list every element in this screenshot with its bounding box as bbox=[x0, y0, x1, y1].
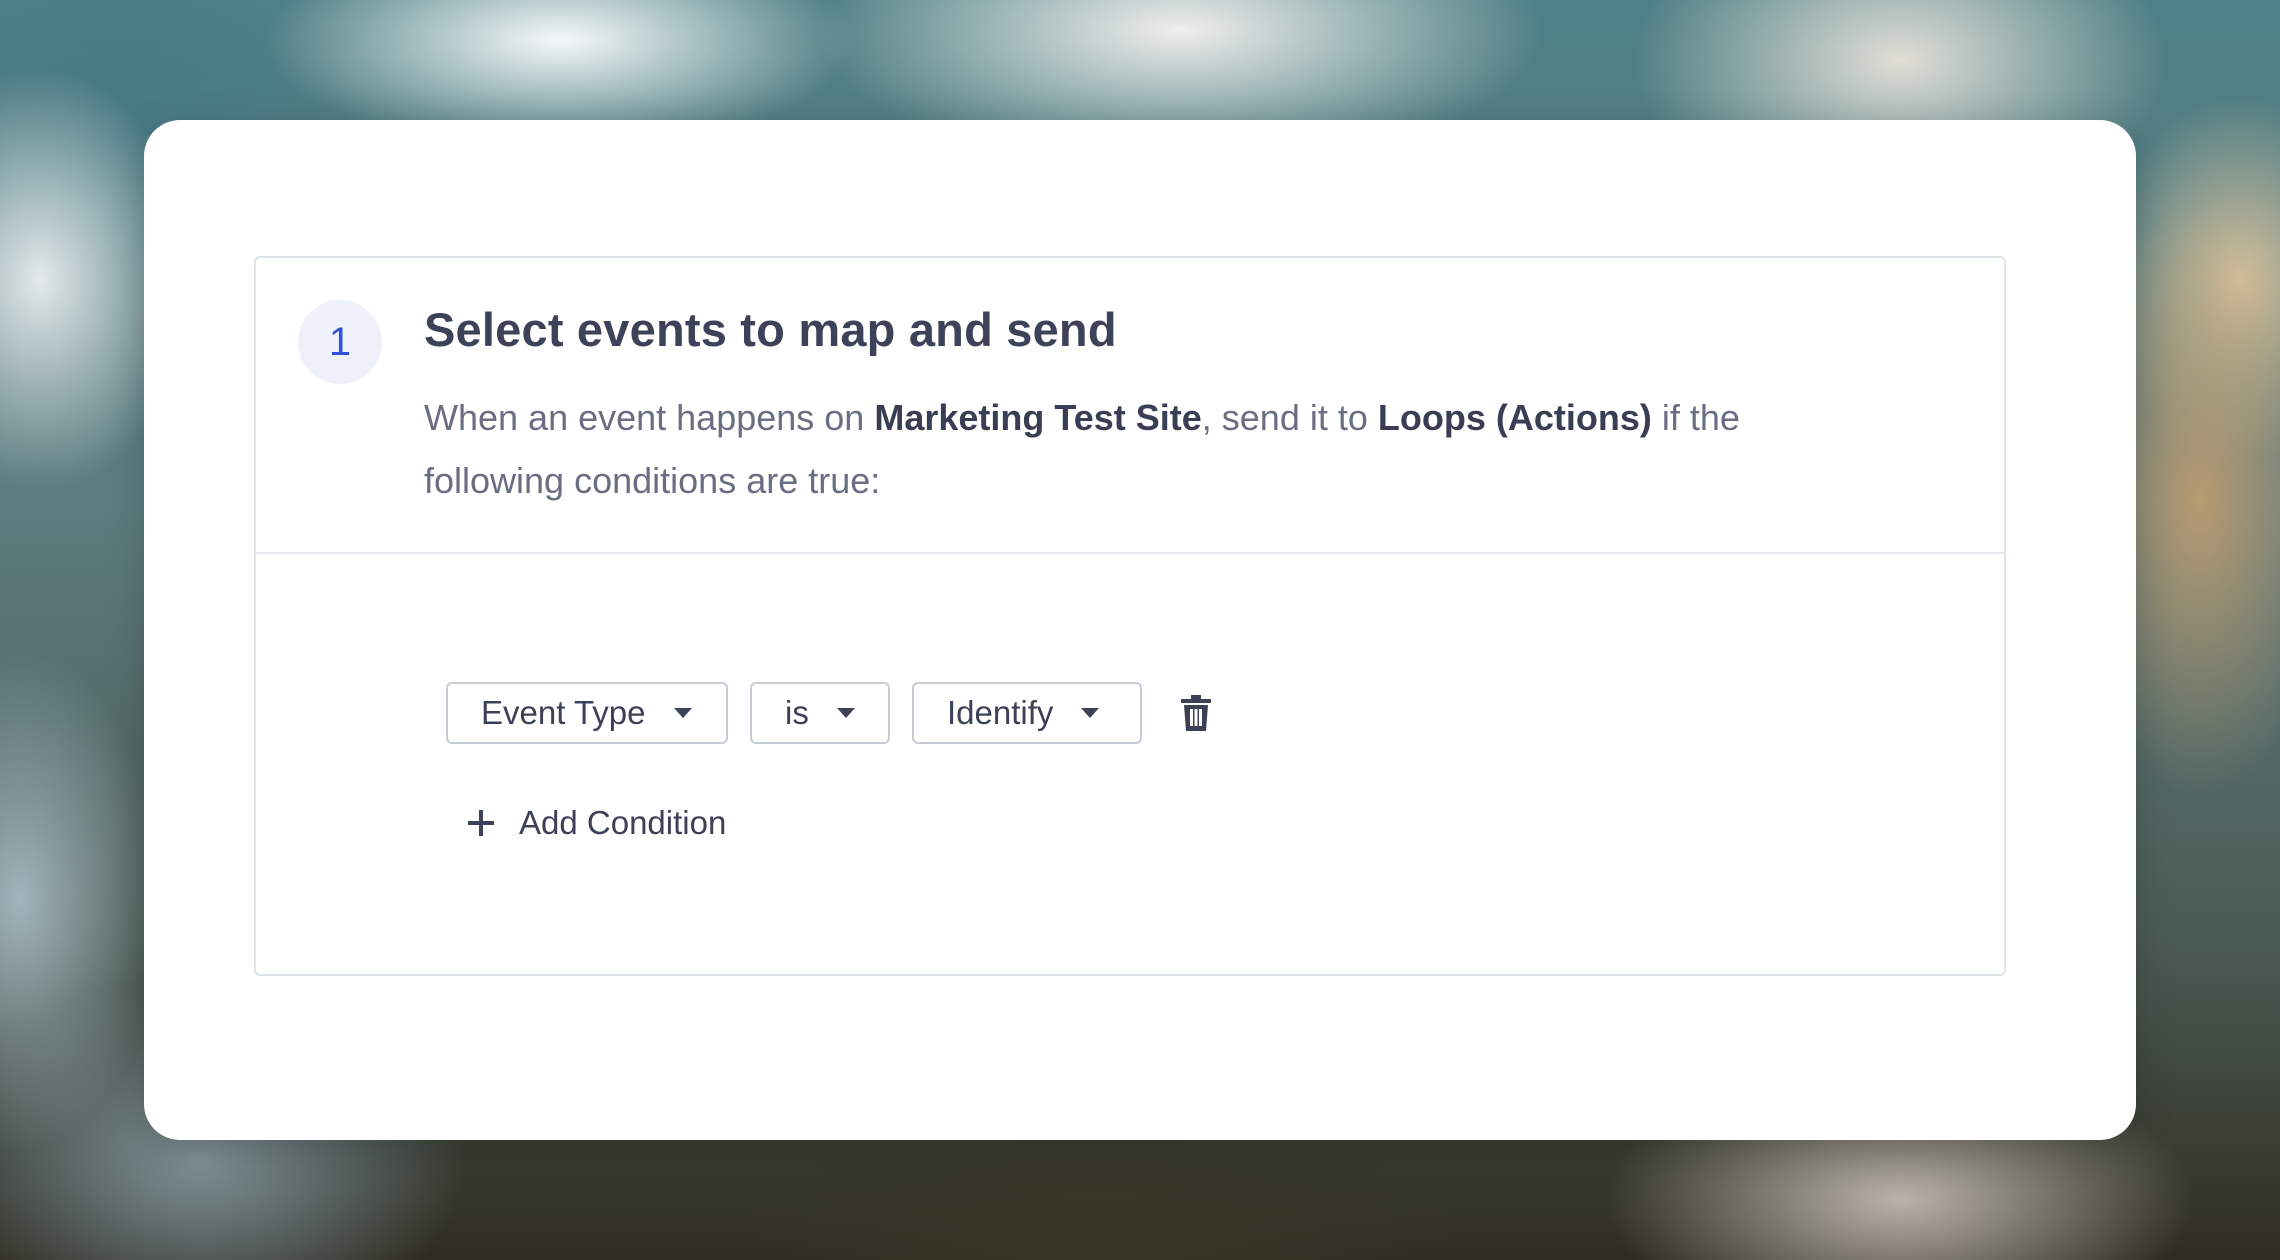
plus-icon bbox=[468, 810, 494, 836]
step-header: 1 Select events to map and send When an … bbox=[256, 258, 2004, 554]
step-title: Select events to map and send bbox=[424, 303, 1117, 356]
add-condition-label: Add Condition bbox=[519, 804, 727, 841]
delete-condition-button[interactable] bbox=[1176, 691, 1216, 735]
modal-card: 1 Select events to map and send When an … bbox=[144, 120, 2136, 1140]
add-condition-button[interactable]: Add Condition bbox=[468, 798, 726, 848]
destination-name: Loops (Actions) bbox=[1377, 397, 1652, 438]
step-description: When an event happens on Marketing Test … bbox=[424, 386, 1884, 512]
condition-operator-select[interactable]: is bbox=[750, 682, 890, 744]
condition-field-select[interactable]: Event Type bbox=[446, 682, 728, 744]
chevron-down-icon bbox=[1081, 708, 1100, 718]
condition-operator-value: is bbox=[785, 694, 809, 731]
chevron-down-icon bbox=[673, 708, 692, 718]
description-prefix: When an event happens on bbox=[424, 397, 875, 438]
condition-value-select[interactable]: Identify bbox=[912, 682, 1142, 744]
step-number-badge: 1 bbox=[298, 300, 382, 384]
description-middle: , send it to bbox=[1201, 397, 1378, 438]
step-panel: 1 Select events to map and send When an … bbox=[254, 256, 2006, 976]
source-name: Marketing Test Site bbox=[874, 397, 1202, 438]
chevron-down-icon bbox=[836, 708, 855, 718]
condition-value-value: Identify bbox=[947, 694, 1054, 731]
trash-icon bbox=[1181, 695, 1211, 731]
condition-field-value: Event Type bbox=[481, 694, 646, 731]
condition-row: Event Type is Identify bbox=[446, 682, 1216, 744]
